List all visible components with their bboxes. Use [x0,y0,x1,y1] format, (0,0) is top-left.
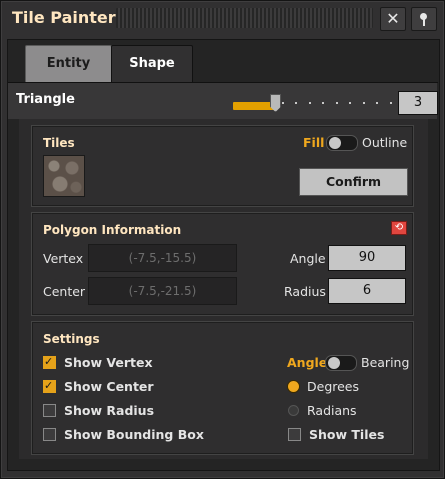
angle-bearing-toggle[interactable] [325,355,357,371]
center-field: (-7.5,-21.5) [88,277,237,305]
slider-tick [349,102,351,104]
slider-tick [295,102,297,104]
outline-label: Outline [362,135,408,150]
radius-label: Radius [284,284,326,299]
window-title: Tile Painter [12,8,116,27]
slider-fill [233,102,275,110]
angle-mode-label: Angle [287,355,328,370]
sides-input[interactable]: 3 [398,91,438,115]
slider-tick [281,102,284,104]
slider-tick [389,102,392,104]
show-tiles-label: Show Tiles [309,427,385,442]
stone-path-tile-icon[interactable] [43,155,85,197]
show-tiles-checkbox[interactable] [288,428,301,441]
tiles-title: Tiles [43,136,75,150]
angle-label: Angle [290,251,326,266]
fill-outline-toggle[interactable] [326,135,358,151]
bearing-label: Bearing [361,355,410,370]
shape-subheader: Triangle 3 [8,83,438,119]
slider-tick [362,102,365,104]
show-vertex-label: Show Vertex [64,355,153,370]
slider-tick [335,102,338,104]
vertex-label: Vertex [43,251,84,266]
tab-shape[interactable]: Shape [111,45,193,84]
slider-tick [376,102,378,104]
radius-input[interactable]: 6 [328,278,406,304]
radians-radio[interactable] [288,405,299,416]
show-center-checkbox[interactable] [43,379,56,393]
shape-name: Triangle [16,92,75,107]
sides-slider[interactable] [233,94,393,112]
reset-icon[interactable]: ⟲ [391,221,407,235]
settings-title: Settings [43,332,100,346]
title-bar[interactable]: Tile Painter ✕ [1,1,444,37]
tab-entity[interactable]: Entity [25,45,112,83]
show-vertex-checkbox[interactable] [43,355,56,369]
center-label: Center [43,284,86,299]
fill-label: Fill [303,135,325,150]
confirm-button[interactable]: Confirm [299,168,408,196]
pin-button[interactable] [411,7,437,31]
vertex-field: (-7.5,-15.5) [88,244,237,272]
slider-tick [308,102,311,104]
show-radius-checkbox[interactable] [43,404,56,417]
drag-handle[interactable] [116,8,373,28]
slider-tick [322,102,324,104]
show-bounding-box-label: Show Bounding Box [64,427,204,442]
close-button[interactable]: ✕ [380,7,406,31]
show-center-label: Show Center [64,379,154,394]
radians-label: Radians [307,403,357,418]
angle-input[interactable]: 90 [328,245,406,271]
show-radius-label: Show Radius [64,403,155,418]
show-bounding-box-checkbox[interactable] [43,428,56,441]
polygon-title: Polygon Information [43,223,182,237]
degrees-label: Degrees [307,379,360,394]
degrees-radio[interactable] [288,381,299,392]
close-icon: ✕ [386,9,400,28]
